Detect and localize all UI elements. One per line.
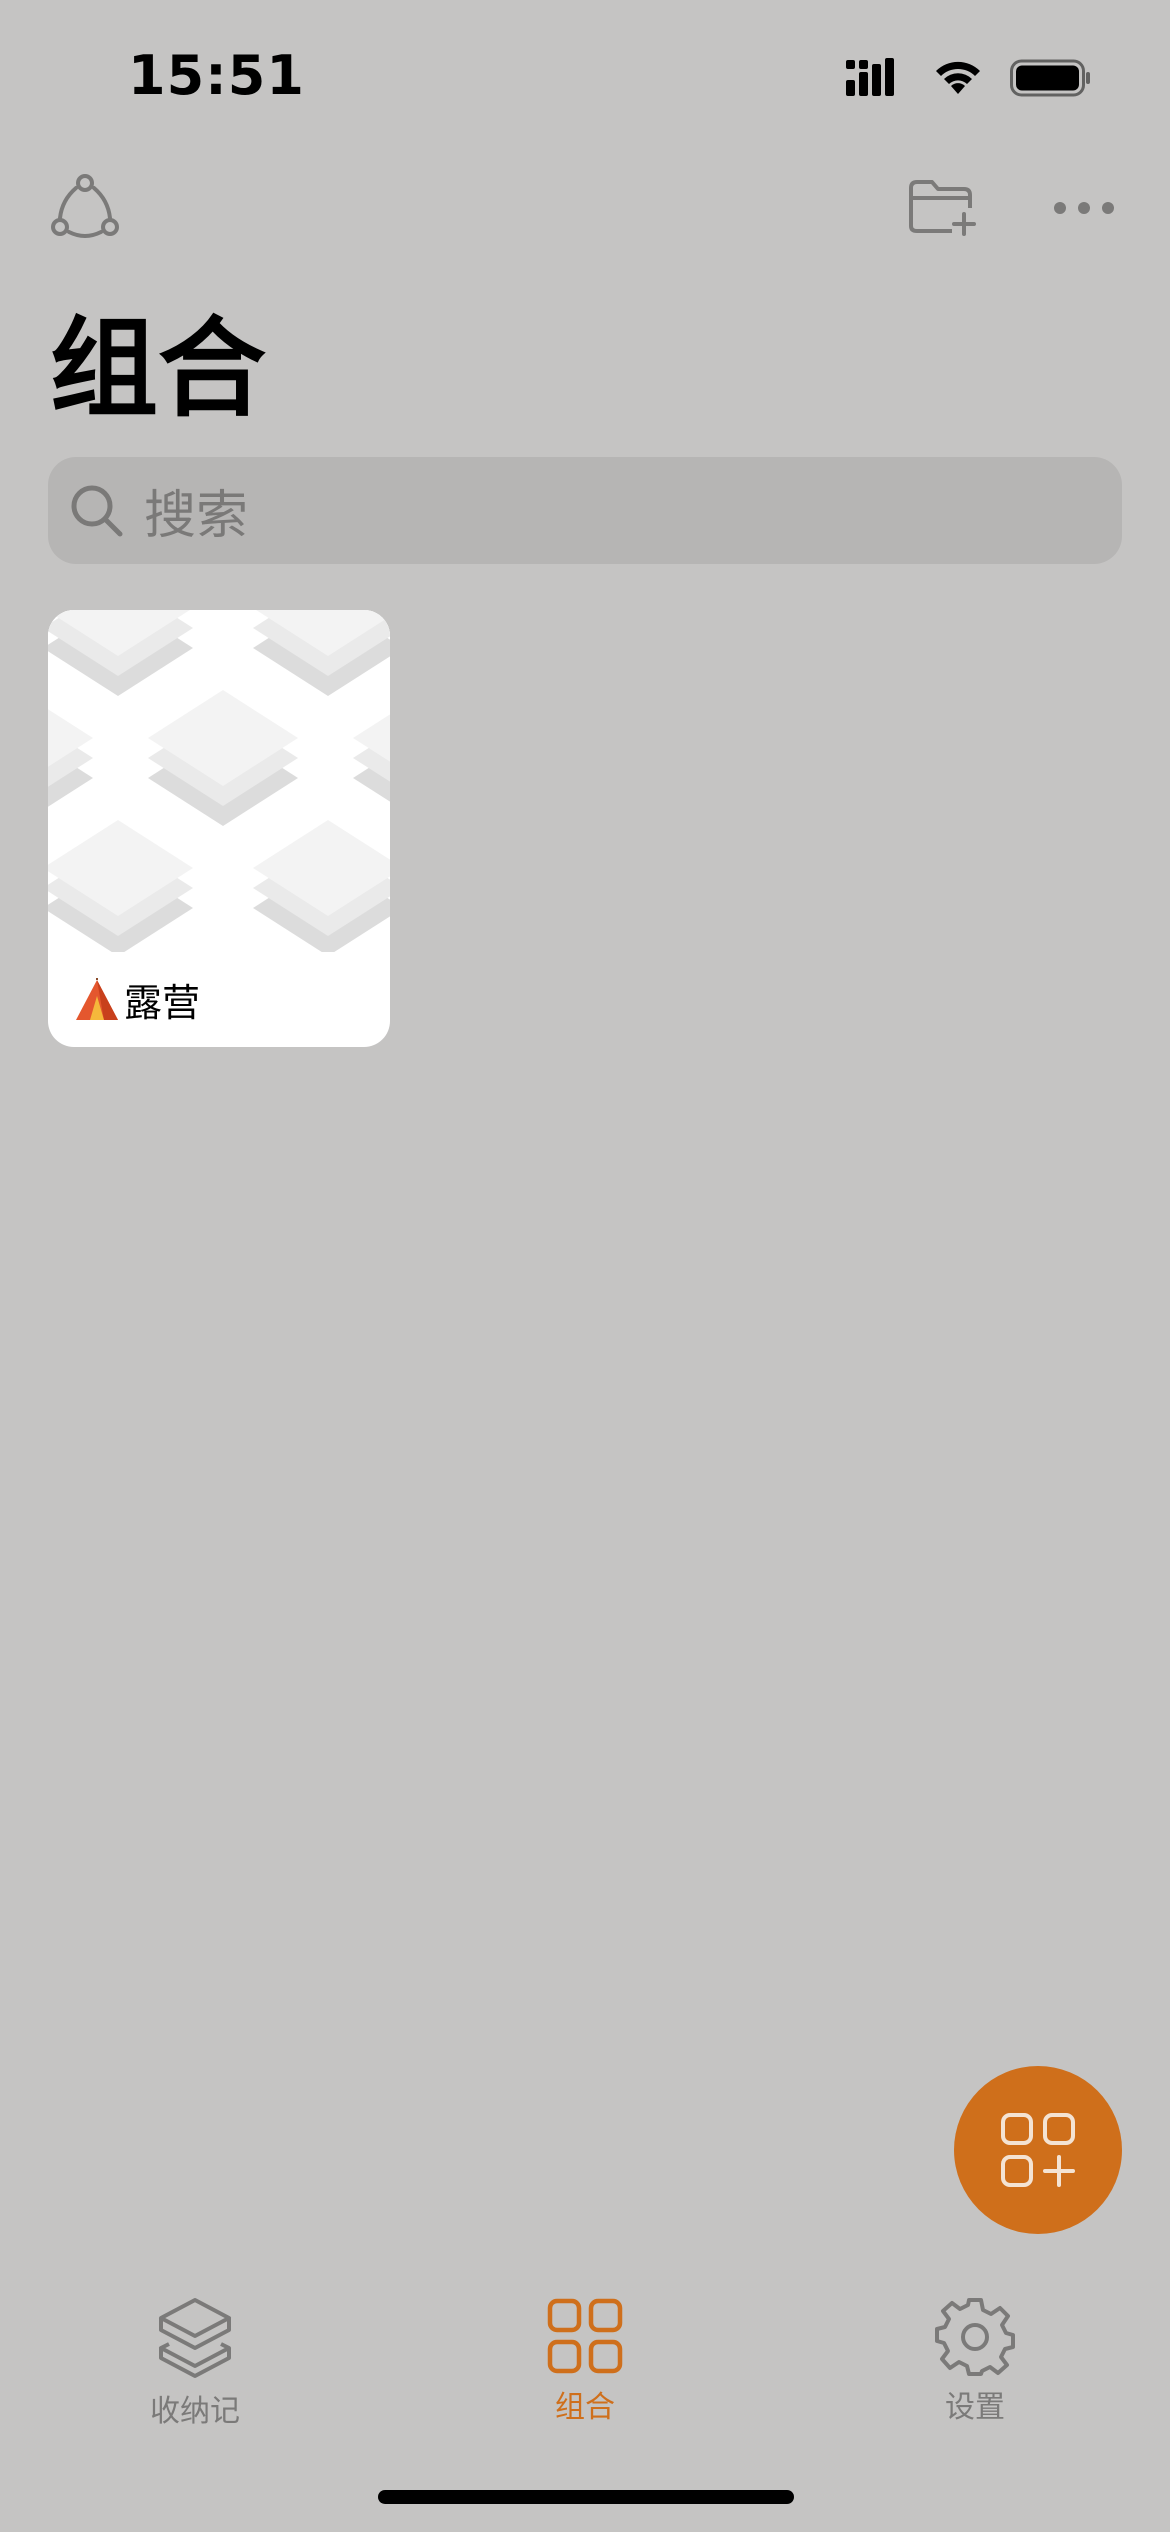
home-indicator[interactable] <box>378 2490 794 2504</box>
more-icon[interactable] <box>1052 196 1116 220</box>
gear-icon <box>935 2298 1015 2376</box>
tab-storage[interactable]: 收纳记 <box>95 2296 295 2430</box>
add-combination-button[interactable] <box>954 2066 1122 2234</box>
battery-icon <box>1010 59 1090 97</box>
wifi-icon <box>936 61 980 94</box>
grid-icon <box>547 2298 623 2374</box>
share-icon[interactable] <box>50 172 120 242</box>
layers-icon <box>159 2298 231 2378</box>
card-thumbnail <box>48 610 390 952</box>
search-icon <box>71 485 123 536</box>
card-footer: 露营 <box>48 952 390 1047</box>
search-placeholder: 搜索 <box>144 486 249 546</box>
tab-settings[interactable]: 设置 <box>875 2296 1075 2426</box>
tab-combination[interactable]: 组合 <box>485 2296 685 2426</box>
screen: 15:51 组合 搜索 露营 收纳记 组合 设置 <box>0 0 1170 2532</box>
tent-icon <box>76 977 118 1020</box>
status-time: 15:51 <box>128 44 305 107</box>
signal-icon <box>846 58 894 96</box>
tab-settings-label: 设置 <box>945 2390 1005 2425</box>
status-icons <box>846 56 1092 100</box>
page-title: 组合 <box>50 307 267 432</box>
tab-storage-label: 收纳记 <box>150 2394 240 2429</box>
collection-card[interactable]: 露营 <box>48 610 390 1047</box>
tab-combination-label: 组合 <box>555 2390 615 2425</box>
grid-add-icon <box>1001 2113 1075 2187</box>
folder-add-icon[interactable] <box>908 178 978 236</box>
card-title: 露营 <box>124 981 201 1025</box>
search-input[interactable]: 搜索 <box>48 457 1122 564</box>
